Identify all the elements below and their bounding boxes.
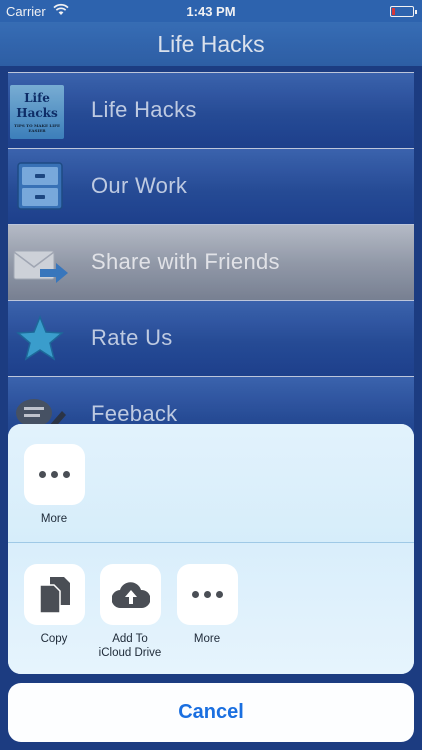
copy-icon [38, 577, 70, 618]
share-sheet: More Copy Add To iCloud Drive More [8, 424, 414, 674]
more-dots-icon [191, 591, 223, 598]
action-label: Add To iCloud Drive [91, 632, 169, 660]
more-tile[interactable] [176, 564, 238, 625]
action-label: More [193, 633, 221, 645]
action-label: Copy [40, 633, 68, 645]
cancel-button[interactable]: Cancel [8, 683, 414, 742]
more-tile[interactable] [23, 444, 85, 505]
action-label: More [40, 513, 68, 525]
more-actions-button[interactable]: More [168, 564, 246, 646]
share-sheet-row-actions: Copy Add To iCloud Drive More [8, 543, 414, 674]
copy-action-button[interactable]: Copy [15, 564, 93, 646]
add-to-icloud-drive-button[interactable]: Add To iCloud Drive [91, 564, 169, 660]
icloud-upload-icon [110, 582, 151, 613]
cancel-label: Cancel [178, 701, 244, 723]
more-dots-icon [38, 471, 70, 478]
more-action-button[interactable]: More [15, 444, 93, 526]
copy-tile[interactable] [23, 564, 85, 625]
icloud-tile[interactable] [99, 564, 161, 625]
action-label-line1: Add To [112, 633, 148, 645]
action-label-line2: iCloud Drive [98, 647, 162, 659]
share-sheet-row-activities: More [8, 424, 414, 542]
